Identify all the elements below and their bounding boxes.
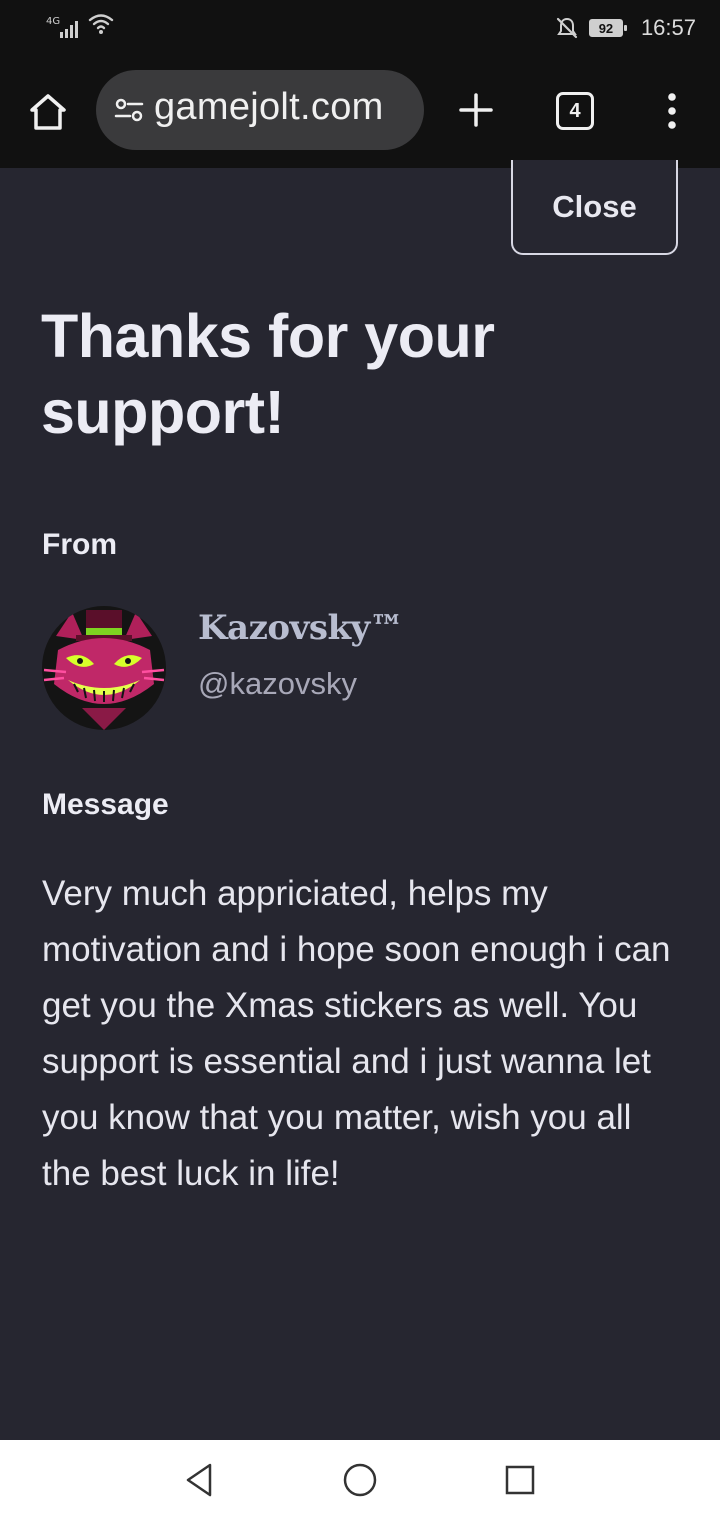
mute-icon [556, 17, 578, 39]
more-vert-icon[interactable] [658, 90, 686, 132]
page-title: Thanks for your support! [41, 302, 495, 446]
sender-username[interactable]: @kazovsky [198, 666, 357, 702]
message-label: Message [42, 788, 169, 821]
home-circle-icon[interactable] [340, 1460, 380, 1500]
network-type: 4G [46, 16, 61, 27]
tabs-icon[interactable]: 4 [556, 92, 594, 130]
avatar[interactable] [42, 606, 166, 730]
recents-icon[interactable] [500, 1460, 540, 1500]
back-icon[interactable] [180, 1460, 220, 1500]
clock: 16:57 [640, 15, 696, 40]
from-label: From [42, 528, 117, 561]
sender-display-name[interactable]: Kazovsky™ [198, 608, 404, 648]
close-button[interactable]: Close [511, 160, 678, 255]
status-right: 92 16:57 [555, 12, 696, 44]
address-bar[interactable]: gamejolt.com [96, 70, 424, 150]
browser-toolbar: gamejolt.com 4 [0, 56, 720, 168]
plus-icon[interactable] [458, 92, 494, 128]
site-settings-icon[interactable] [114, 96, 144, 124]
system-nav-bar [0, 1440, 720, 1520]
url-text: gamejolt.com [154, 86, 384, 128]
battery-icon: 92 [588, 19, 627, 37]
status-bar: 4G 92 16:57 [0, 0, 720, 56]
wifi-icon [88, 14, 114, 34]
signal-icon [60, 21, 78, 38]
message-text: Very much appriciated, helps my motivati… [42, 874, 671, 1193]
home-icon[interactable] [26, 90, 70, 134]
